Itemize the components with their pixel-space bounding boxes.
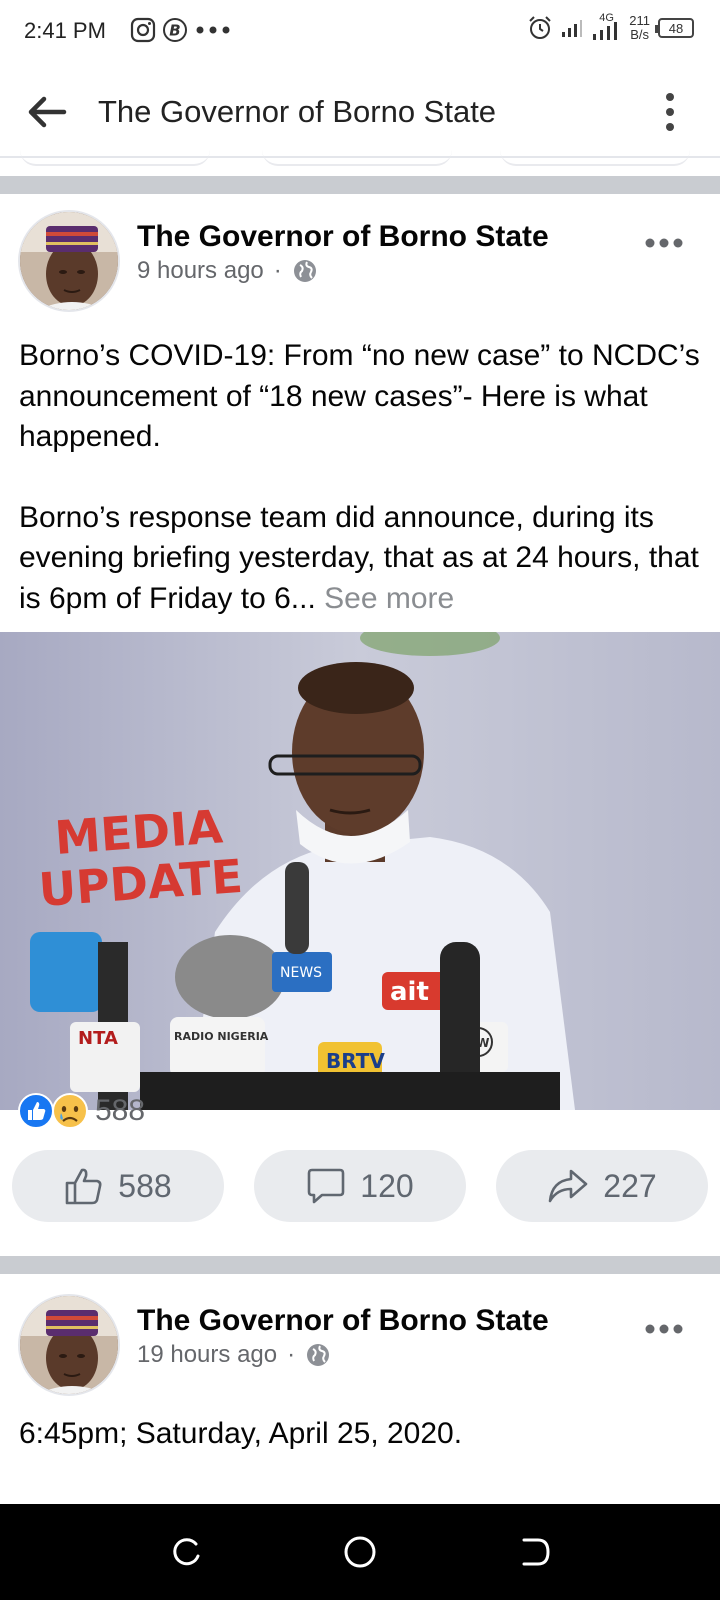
back-nav-icon[interactable] bbox=[516, 1534, 552, 1570]
app-bar: The Governor of Borno State bbox=[0, 66, 720, 158]
post-meta: 19 hours ago · bbox=[137, 1341, 331, 1369]
page-title: The Governor of Borno State bbox=[98, 94, 497, 129]
reaction-count: 588 bbox=[95, 1094, 146, 1127]
tab-buttons-peek bbox=[0, 158, 720, 170]
avatar[interactable] bbox=[18, 1294, 120, 1396]
share-icon bbox=[548, 1169, 588, 1203]
post-options-icon[interactable] bbox=[644, 1322, 684, 1336]
like-count: 588 bbox=[118, 1167, 172, 1204]
avatar-image bbox=[20, 212, 118, 310]
comment-icon bbox=[307, 1168, 345, 1204]
post-time[interactable]: 9 hours ago bbox=[137, 257, 264, 285]
post-time[interactable]: 19 hours ago bbox=[137, 1341, 277, 1369]
mic-label-brtv: BRTV bbox=[326, 1049, 385, 1073]
net-speed: 211 B/s bbox=[629, 13, 650, 42]
like-button[interactable]: 588 bbox=[12, 1150, 224, 1222]
mic-label-nta: NTA bbox=[78, 1028, 118, 1049]
mic-label-news: NEWS bbox=[280, 965, 322, 981]
post-photo[interactable]: MEDIA UPDATE NTA RADIO NIGERIA NEWS BRTV bbox=[0, 632, 720, 1110]
system-nav-bar bbox=[0, 1504, 720, 1600]
post-text: 6:45pm; Saturday, April 25, 2020. bbox=[19, 1417, 463, 1450]
home-icon[interactable] bbox=[342, 1534, 378, 1570]
signal-icon bbox=[562, 20, 583, 37]
instagram-icon bbox=[130, 17, 156, 43]
back-arrow-icon[interactable] bbox=[24, 92, 68, 132]
overflow-menu-icon[interactable] bbox=[660, 92, 680, 132]
b-app-icon: B bbox=[163, 18, 187, 42]
section-divider bbox=[0, 176, 720, 194]
section-divider bbox=[0, 1256, 720, 1274]
comment-button[interactable]: 120 bbox=[254, 1150, 466, 1222]
globe-icon bbox=[307, 1344, 330, 1366]
post-paragraph-with-more: Borno’s response team did announce, duri… bbox=[19, 500, 699, 615]
status-bar: 2:41 PM B 4G 211 B/s 48 bbox=[0, 0, 720, 66]
signal-icon-4g bbox=[593, 22, 618, 40]
post-paragraph: Borno’s COVID-19: From “no new case” to … bbox=[19, 339, 700, 453]
feed-post: The Governor of Borno State 19 hours ago… bbox=[0, 1274, 720, 1504]
thumbs-up-icon bbox=[65, 1168, 102, 1205]
see-more-link[interactable]: See more bbox=[324, 582, 454, 615]
battery-icon: 48 bbox=[655, 18, 694, 38]
avatar-image bbox=[20, 1296, 118, 1394]
post-options-icon[interactable] bbox=[644, 236, 684, 250]
sad-reaction-icon bbox=[52, 1093, 88, 1129]
feed-post: The Governor of Borno State 9 hours ago … bbox=[0, 194, 720, 1258]
comment-count: 120 bbox=[360, 1167, 414, 1204]
alarm-icon bbox=[529, 16, 551, 39]
post-text: Borno’s COVID-19: From “no new case” to … bbox=[19, 336, 709, 619]
svg-text:B: B bbox=[169, 22, 180, 40]
post-author[interactable]: The Governor of Borno State bbox=[137, 220, 549, 254]
post-meta: 9 hours ago · bbox=[137, 257, 318, 285]
share-button[interactable]: 227 bbox=[496, 1150, 708, 1222]
status-time: 2:41 PM bbox=[24, 18, 106, 43]
like-reaction-icon bbox=[18, 1093, 54, 1129]
avatar[interactable] bbox=[18, 210, 120, 312]
share-count: 227 bbox=[603, 1167, 657, 1204]
post-author[interactable]: The Governor of Borno State bbox=[137, 1304, 549, 1338]
mic-label-ait: ait bbox=[390, 977, 429, 1007]
reactions-summary[interactable]: 588 bbox=[17, 1092, 145, 1130]
more-notifications-icon bbox=[196, 26, 230, 34]
globe-icon bbox=[293, 260, 316, 282]
press-briefing-photo: MEDIA UPDATE NTA RADIO NIGERIA NEWS BRTV bbox=[0, 632, 720, 1110]
recent-apps-icon[interactable] bbox=[168, 1534, 204, 1570]
mic-label-radio-nigeria: RADIO NIGERIA bbox=[174, 1030, 269, 1043]
